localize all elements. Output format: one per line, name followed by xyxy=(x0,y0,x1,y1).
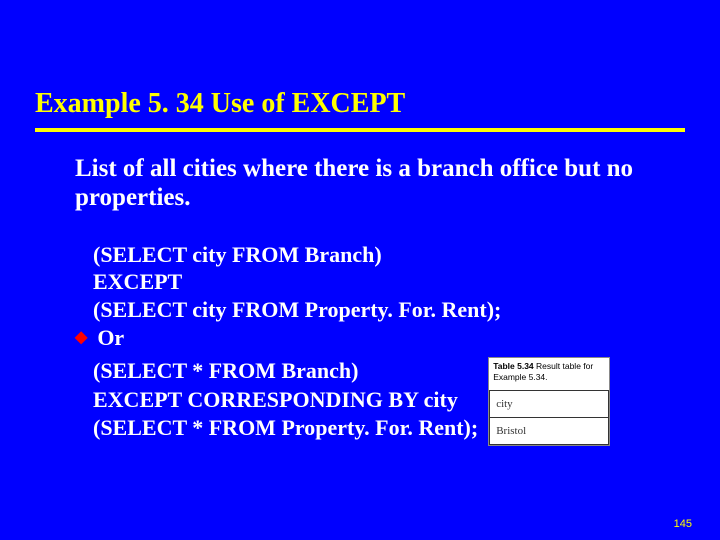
table-row: Bristol xyxy=(490,418,609,445)
code-line: EXCEPT xyxy=(93,268,680,296)
table-data-cell: Bristol xyxy=(490,418,609,445)
table-caption-bold: Table 5.34 xyxy=(493,361,533,371)
or-row: ◆ Or xyxy=(75,325,680,351)
code-line: (SELECT city FROM Branch) xyxy=(93,241,680,269)
result-table-figure: Table 5.34 Result table for Example 5.34… xyxy=(488,357,610,446)
title-underline xyxy=(35,128,685,132)
second-block-row: (SELECT * FROM Branch) EXCEPT CORRESPOND… xyxy=(75,357,680,446)
table-header-cell: city xyxy=(490,391,609,418)
slide: Example 5. 34 Use of EXCEPT List of all … xyxy=(0,0,720,540)
table-caption: Table 5.34 Result table for Example 5.34… xyxy=(489,358,609,388)
code-block-2: (SELECT * FROM Branch) EXCEPT CORRESPOND… xyxy=(75,357,478,443)
code-line: (SELECT city FROM Property. For. Rent); xyxy=(93,296,680,324)
code-line: (SELECT * FROM Branch) xyxy=(93,357,478,386)
code-line: (SELECT * FROM Property. For. Rent); xyxy=(93,414,478,443)
code-block-1: (SELECT city FROM Branch) EXCEPT (SELECT… xyxy=(75,241,680,324)
title-area: Example 5. 34 Use of EXCEPT xyxy=(35,88,685,132)
or-label: Or xyxy=(97,325,124,351)
result-table: city Bristol xyxy=(489,390,609,445)
slide-title: Example 5. 34 Use of EXCEPT xyxy=(35,88,685,126)
lead-text: List of all cities where there is a bran… xyxy=(75,155,635,213)
diamond-bullet-icon: ◆ xyxy=(75,330,87,346)
table-row: city xyxy=(490,391,609,418)
page-number: 145 xyxy=(674,518,692,530)
content-area: List of all cities where there is a bran… xyxy=(75,155,680,446)
code-line: EXCEPT CORRESPONDING BY city xyxy=(93,386,478,415)
